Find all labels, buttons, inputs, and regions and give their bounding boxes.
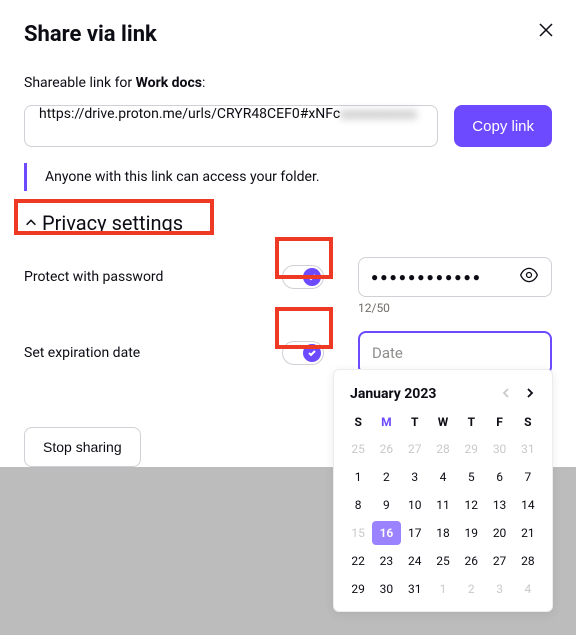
calendar-day[interactable]: 14 — [514, 493, 542, 517]
calendar-day[interactable]: 9 — [372, 493, 400, 517]
calendar-day[interactable]: 23 — [372, 549, 400, 573]
calendar-day[interactable]: 6 — [485, 465, 513, 489]
date-placeholder: Date — [372, 344, 403, 362]
stop-sharing-button[interactable]: Stop sharing — [24, 427, 141, 467]
calendar-day[interactable]: 16 — [372, 521, 400, 545]
calendar-day[interactable]: 25 — [344, 437, 372, 461]
share-link-input[interactable]: https://drive.proton.me/urls/CRYR48CEF0#… — [24, 105, 438, 147]
calendar-day[interactable]: 26 — [372, 437, 400, 461]
calendar-day[interactable]: 4 — [429, 465, 457, 489]
calendar-dow: F — [485, 411, 513, 433]
calendar-day[interactable]: 2 — [372, 465, 400, 489]
close-icon[interactable] — [538, 22, 554, 42]
check-icon — [307, 348, 317, 358]
shareable-subtitle: Shareable link for Work docs: — [24, 75, 552, 91]
calendar-day[interactable]: 20 — [485, 521, 513, 545]
calendar-day[interactable]: 18 — [429, 521, 457, 545]
calendar-day[interactable]: 22 — [344, 549, 372, 573]
calendar-dow: T — [401, 411, 429, 433]
calendar-dow: T — [457, 411, 485, 433]
calendar-dow: M — [372, 411, 400, 433]
password-input[interactable]: ●●●●●●●●●●●● — [358, 257, 552, 297]
calendar-prev-icon[interactable] — [500, 384, 512, 403]
calendar-day[interactable]: 28 — [514, 549, 542, 573]
calendar-day[interactable]: 19 — [457, 521, 485, 545]
date-picker: January 2023 SMTWTFS25262728293031123456… — [333, 369, 553, 612]
password-value: ●●●●●●●●●●●● — [371, 270, 511, 284]
calendar-day[interactable]: 27 — [401, 437, 429, 461]
calendar-dow: W — [429, 411, 457, 433]
password-label: Protect with password — [24, 269, 282, 285]
password-counter: 12/50 — [358, 301, 552, 315]
info-bar: Anyone with this link can access your fo… — [24, 163, 552, 191]
calendar-day[interactable]: 30 — [485, 437, 513, 461]
chevron-up-icon — [24, 216, 38, 230]
calendar-day[interactable]: 31 — [514, 437, 542, 461]
calendar-day[interactable]: 31 — [401, 577, 429, 601]
eye-icon[interactable] — [519, 265, 539, 289]
calendar-day[interactable]: 3 — [485, 577, 513, 601]
calendar-month-label: January 2023 — [350, 386, 436, 402]
password-toggle[interactable] — [282, 265, 324, 289]
calendar-day[interactable]: 30 — [372, 577, 400, 601]
calendar-day[interactable]: 17 — [401, 521, 429, 545]
calendar-day[interactable]: 8 — [344, 493, 372, 517]
modal-title: Share via link — [24, 22, 552, 47]
share-link-visible: https://drive.proton.me/urls/CRYR48CEF0#… — [39, 106, 340, 122]
calendar-day[interactable]: 1 — [429, 577, 457, 601]
calendar-day[interactable]: 24 — [401, 549, 429, 573]
calendar-day[interactable]: 27 — [485, 549, 513, 573]
calendar-day[interactable]: 13 — [485, 493, 513, 517]
calendar-day[interactable]: 12 — [457, 493, 485, 517]
expiration-toggle[interactable] — [282, 341, 324, 365]
calendar-next-icon[interactable] — [524, 384, 536, 403]
calendar-day[interactable]: 26 — [457, 549, 485, 573]
subtitle-prefix: Shareable link for — [24, 75, 136, 91]
calendar-day[interactable]: 5 — [457, 465, 485, 489]
share-link-blur: aaaaaaaaaa — [340, 106, 416, 122]
calendar-day[interactable]: 11 — [429, 493, 457, 517]
subtitle-folder: Work docs — [136, 75, 202, 91]
calendar-day[interactable]: 29 — [344, 577, 372, 601]
calendar-day[interactable]: 1 — [344, 465, 372, 489]
calendar-dow: S — [514, 411, 542, 433]
expiration-label: Set expiration date — [24, 345, 282, 361]
privacy-settings-toggle[interactable]: Privacy settings — [24, 211, 183, 235]
calendar-day[interactable]: 3 — [401, 465, 429, 489]
calendar-day[interactable]: 10 — [401, 493, 429, 517]
calendar-day[interactable]: 2 — [457, 577, 485, 601]
calendar-day[interactable]: 15 — [344, 521, 372, 545]
privacy-settings-label: Privacy settings — [42, 211, 183, 235]
calendar-day[interactable]: 7 — [514, 465, 542, 489]
calendar-day[interactable]: 4 — [514, 577, 542, 601]
calendar-dow: S — [344, 411, 372, 433]
copy-link-button[interactable]: Copy link — [454, 105, 552, 147]
subtitle-suffix: : — [202, 75, 205, 91]
calendar-day[interactable]: 25 — [429, 549, 457, 573]
check-icon — [307, 272, 317, 282]
calendar-day[interactable]: 29 — [457, 437, 485, 461]
calendar-day[interactable]: 28 — [429, 437, 457, 461]
calendar-day[interactable]: 21 — [514, 521, 542, 545]
